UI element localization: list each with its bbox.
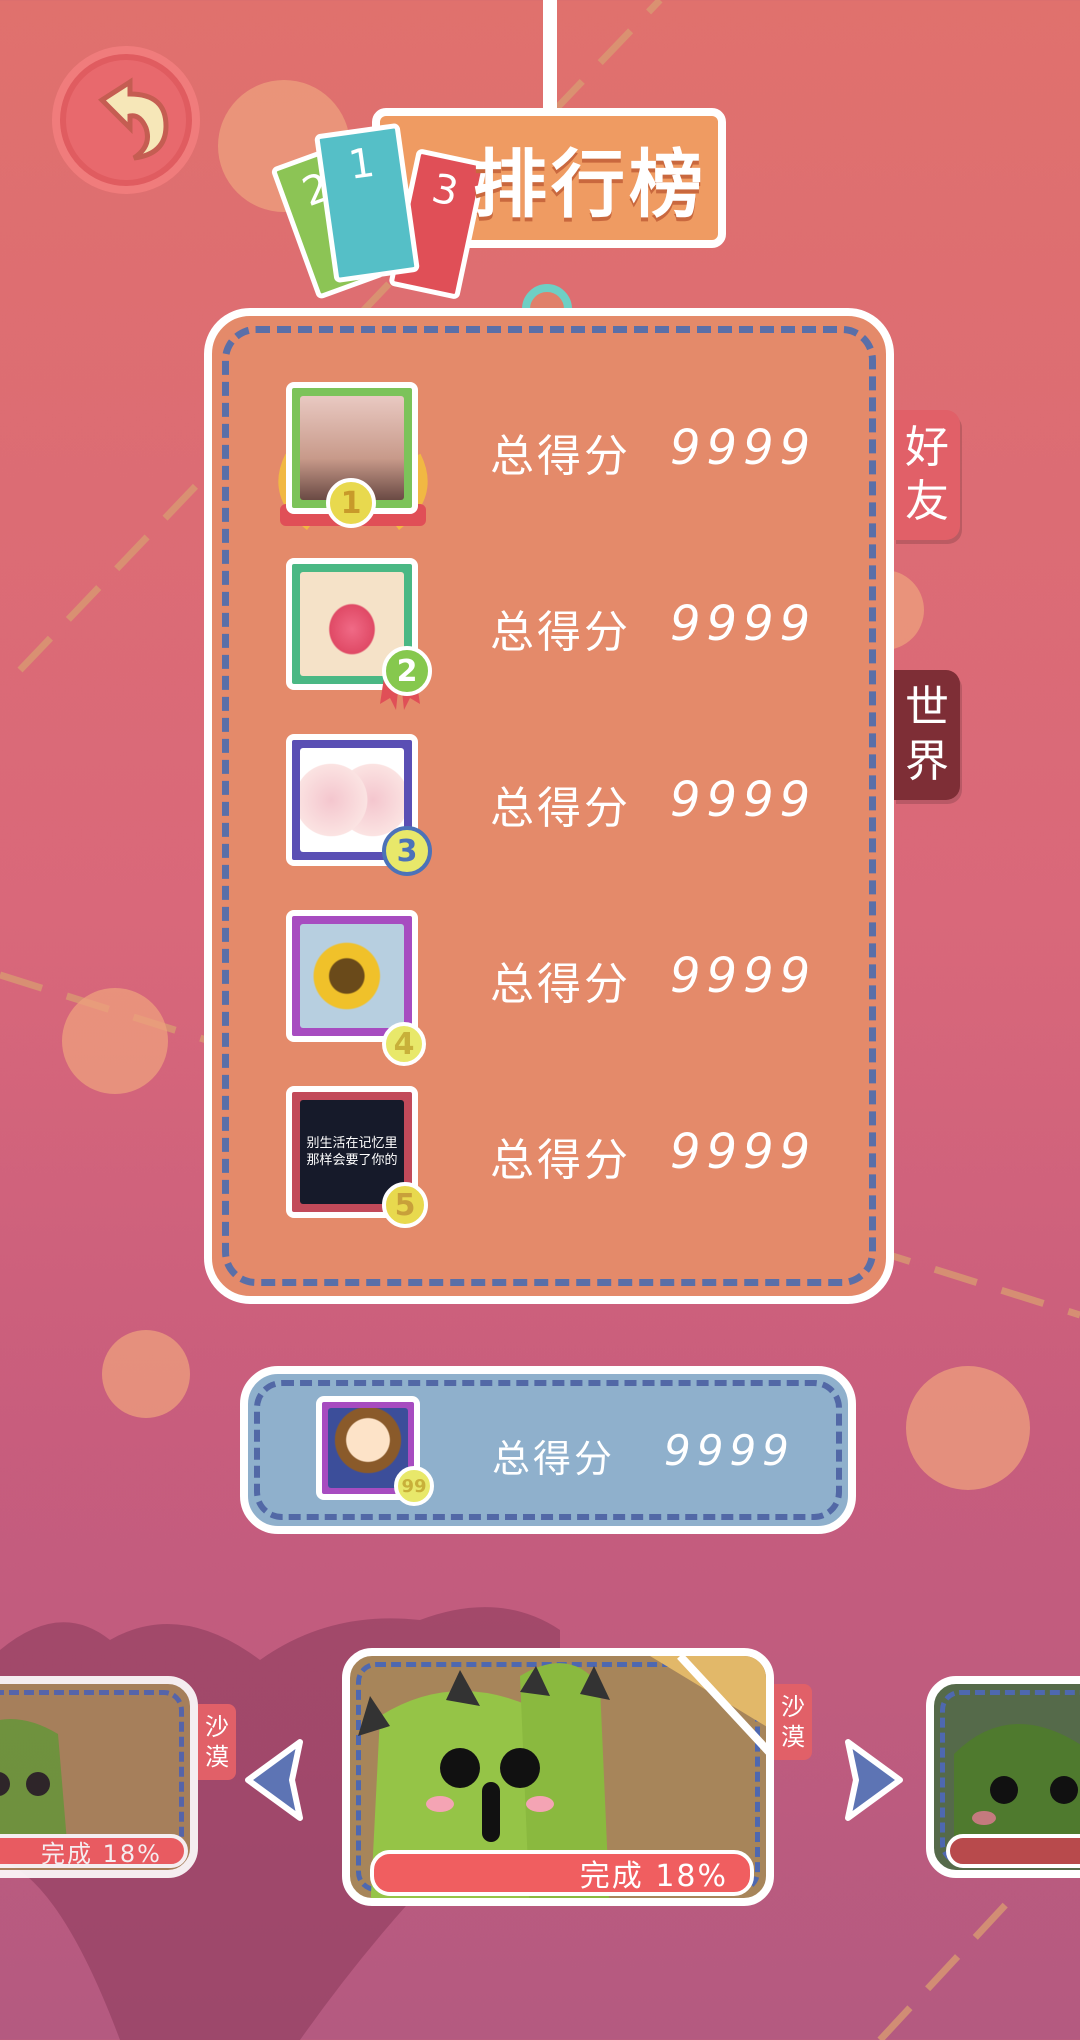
tab-friends[interactable]: 好 友: [894, 410, 960, 540]
page-title: 排行榜: [473, 141, 707, 228]
rank-badge-bronze: 3: [382, 826, 432, 876]
score-value: 9999: [670, 948, 817, 1004]
back-button[interactable]: [52, 46, 200, 194]
score-label: 总得分: [490, 959, 631, 1010]
my-rank-badge: 99: [394, 1466, 434, 1506]
score-label: 总得分: [490, 1135, 631, 1186]
progress-bar-previous: 完成 18%: [0, 1834, 188, 1868]
undo-arrow-icon: [98, 77, 169, 161]
title-rope: [543, 0, 557, 112]
rank-badge-silver: 2: [382, 646, 432, 696]
decor-circle: [62, 988, 168, 1094]
leaderboard-row[interactable]: 别生活在记忆里 那样会要了你的 5 总得分 9999: [286, 1086, 846, 1228]
leaderboard-row[interactable]: 1 总得分 9999: [278, 382, 846, 530]
level-card-previous[interactable]: 完成 18%: [0, 1676, 198, 1878]
rank-badge: 4: [382, 1022, 426, 1066]
level-tag-current: 沙漠: [774, 1684, 812, 1760]
progress-bar-next: [946, 1834, 1080, 1868]
score-value: 9999: [670, 596, 817, 652]
progress-bar-current: 完成 18%: [370, 1850, 754, 1896]
decor-circle: [102, 1330, 190, 1418]
next-level-arrow-icon[interactable]: [840, 1738, 908, 1822]
cactus-icon: [0, 1719, 68, 1854]
decor-circle: [906, 1366, 1030, 1490]
cactus-icon: [954, 1724, 1080, 1854]
rank-badge: 5: [382, 1182, 428, 1228]
leaderboard-row[interactable]: 3 总得分 9999: [286, 734, 846, 876]
leaderboard-row[interactable]: 4 总得分 9999: [286, 910, 846, 1066]
level-card-next[interactable]: [926, 1676, 1080, 1878]
tab-world[interactable]: 世 界: [894, 670, 960, 800]
score-value: 9999: [670, 772, 817, 828]
my-score-value: 9999: [664, 1426, 795, 1475]
avatar-photo: [300, 924, 404, 1028]
rank-badge-gold: 1: [326, 478, 376, 528]
level-tag-previous: 沙漠: [198, 1704, 236, 1780]
score-label: 总得分: [490, 431, 631, 482]
my-score-label: 总得分: [492, 1437, 616, 1481]
previous-level-arrow-icon[interactable]: [240, 1738, 308, 1822]
score-label: 总得分: [490, 783, 631, 834]
score-label: 总得分: [490, 607, 631, 658]
score-value: 9999: [670, 1124, 817, 1180]
leaderboard-row[interactable]: 2 总得分 9999: [286, 558, 846, 710]
score-value: 9999: [670, 420, 817, 476]
level-card-current[interactable]: 完成 18%: [342, 1648, 774, 1906]
